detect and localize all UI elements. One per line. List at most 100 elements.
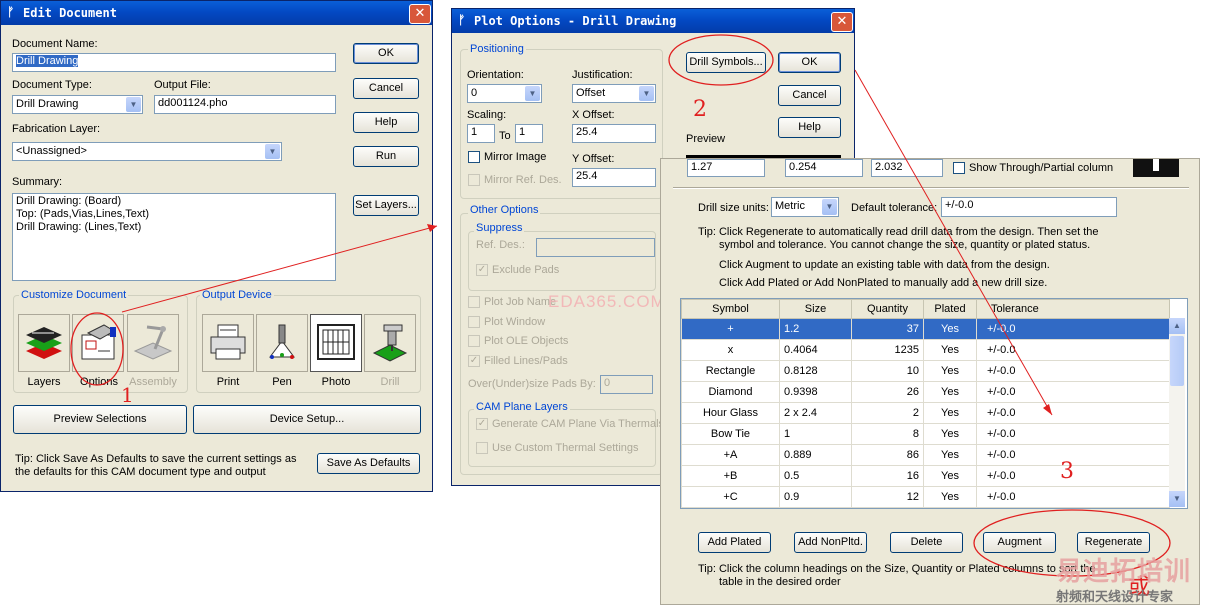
cell-size: 0.8128 [779, 360, 852, 382]
cell-symbol: +A [681, 444, 780, 466]
regenerate-button[interactable]: Regenerate [1077, 532, 1150, 553]
annotation-number-3: 3 [1060, 459, 1074, 484]
chevron-down-icon[interactable]: ▼ [525, 86, 540, 101]
help-button[interactable]: Help [353, 112, 419, 133]
photo-label: Photo [321, 376, 351, 388]
plot-window-checkbox[interactable] [468, 316, 480, 328]
scroll-down-arrow[interactable]: ▼ [1169, 491, 1185, 507]
column-header-tolerance[interactable]: Tolerance [976, 299, 1170, 319]
scaling-from-input[interactable]: 1 [467, 124, 495, 143]
justification-select[interactable]: Offset ▼ [572, 84, 656, 103]
cell-quantity: 1235 [851, 339, 924, 361]
table-row[interactable]: Rectangle 0.8128 10 Yes +/-0.0 [681, 360, 1170, 382]
layers-tile[interactable] [18, 314, 70, 372]
drill-tile[interactable] [364, 314, 416, 372]
chevron-down-icon[interactable]: ▼ [265, 144, 280, 159]
fabrication-layer-select[interactable]: <Unassigned> ▼ [12, 142, 282, 161]
table-scrollbar[interactable]: ▲ ▼ [1169, 318, 1185, 507]
table-row[interactable]: +A 0.889 86 Yes +/-0.0 [681, 444, 1170, 466]
close-button[interactable]: ✕ [409, 4, 431, 24]
pen-label: Pen [272, 376, 292, 388]
column-header-plated[interactable]: Plated [923, 299, 977, 319]
justification-label: Justification: [572, 69, 633, 81]
scroll-thumb[interactable] [1170, 336, 1184, 386]
save-as-defaults-button[interactable]: Save As Defaults [317, 453, 420, 474]
options-tile[interactable] [72, 314, 124, 372]
y-offset-label: Y Offset: [572, 153, 615, 165]
run-button[interactable]: Run [353, 146, 419, 167]
column-header-size[interactable]: Size [779, 299, 852, 319]
title-bar[interactable]: ᚠ Plot Options - Drill Drawing ✕ [452, 9, 854, 33]
table-row[interactable]: Diamond 0.9398 26 Yes +/-0.0 [681, 381, 1170, 403]
table-row[interactable]: Hour Glass 2 x 2.4 2 Yes +/-0.0 [681, 402, 1170, 424]
document-name-input[interactable]: Drill Drawing [12, 53, 336, 72]
ok-button[interactable]: OK [778, 52, 841, 73]
set-layers-button[interactable]: Set Layers... [353, 195, 419, 216]
table-row[interactable]: x 0.4064 1235 Yes +/-0.0 [681, 339, 1170, 361]
column-header-symbol[interactable]: Symbol [681, 299, 780, 319]
delete-button[interactable]: Delete [890, 532, 963, 553]
show-through-checkbox[interactable] [953, 162, 965, 174]
generate-thermals-checkbox[interactable]: ✓ [476, 418, 488, 430]
summary-box[interactable]: Drill Drawing: (Board) Top: (Pads,Vias,L… [12, 193, 336, 281]
preview-selections-button[interactable]: Preview Selections [13, 405, 187, 434]
chevron-down-icon[interactable]: ▼ [126, 97, 141, 112]
custom-thermal-label: Use Custom Thermal Settings [492, 442, 639, 454]
default-tolerance-input[interactable]: +/-0.0 [941, 197, 1117, 217]
other-options-title: Other Options [468, 204, 541, 216]
x-offset-input[interactable]: 25.4 [572, 124, 656, 143]
ref-des-input[interactable] [536, 238, 655, 257]
plot-ole-checkbox[interactable] [468, 335, 480, 347]
document-name-value: Drill Drawing [16, 55, 79, 67]
cell-symbol: +B [681, 465, 780, 487]
preview-label: Preview [686, 133, 726, 145]
device-setup-button[interactable]: Device Setup... [193, 405, 421, 434]
cancel-button[interactable]: Cancel [778, 85, 841, 106]
symbol-field-1[interactable]: 1.27 [687, 159, 765, 177]
cancel-button[interactable]: Cancel [353, 78, 419, 99]
y-offset-input[interactable]: 25.4 [572, 168, 656, 187]
drill-units-select[interactable]: Metric ▼ [771, 197, 839, 217]
filled-lines-checkbox[interactable]: ✓ [468, 355, 480, 367]
table-row[interactable]: +1.2 37 Yes +/-0.0 [681, 318, 1170, 340]
cell-quantity: 12 [851, 486, 924, 508]
assembly-tile[interactable] [127, 314, 179, 372]
table-row[interactable]: +C 0.9 12 Yes +/-0.0 [681, 486, 1170, 508]
scroll-up-arrow[interactable]: ▲ [1169, 318, 1185, 334]
close-button[interactable]: ✕ [831, 12, 853, 32]
photo-tile[interactable] [310, 314, 362, 372]
title-bar[interactable]: ᚠ Edit Document ✕ [1, 1, 432, 25]
suppress-title: Suppress [474, 222, 525, 234]
exclude-pads-checkbox[interactable]: ✓ [476, 264, 488, 276]
plot-job-name-checkbox[interactable] [468, 296, 480, 308]
scaling-to-input[interactable]: 1 [515, 124, 543, 143]
help-button[interactable]: Help [778, 117, 841, 138]
oversize-input[interactable]: 0 [600, 375, 653, 394]
column-header-quantity[interactable]: Quantity [851, 299, 924, 319]
augment-button[interactable]: Augment [983, 532, 1056, 553]
add-nonplated-button[interactable]: Add NonPltd. [794, 532, 867, 553]
print-tile[interactable] [202, 314, 254, 372]
custom-thermal-checkbox[interactable] [476, 442, 488, 454]
ok-button[interactable]: OK [353, 43, 419, 64]
cell-size: 0.889 [779, 444, 852, 466]
symbol-field-3[interactable]: 2.032 [871, 159, 943, 177]
symbol-field-2[interactable]: 0.254 [785, 159, 863, 177]
chevron-down-icon[interactable]: ▼ [822, 199, 837, 215]
add-plated-button[interactable]: Add Plated [698, 532, 771, 553]
chevron-down-icon[interactable]: ▼ [639, 86, 654, 101]
table-row[interactable]: Bow Tie 1 8 Yes +/-0.0 [681, 423, 1170, 445]
cell-symbol: Hour Glass [681, 402, 780, 424]
document-type-select[interactable]: Drill Drawing ▼ [12, 95, 143, 114]
output-file-input[interactable]: dd001124.pho [154, 95, 336, 114]
plot-job-name-label: Plot Job Name [484, 296, 557, 308]
document-type-label: Document Type: [12, 79, 92, 91]
cell-quantity: 37 [851, 318, 924, 340]
cell-symbol: x [681, 339, 780, 361]
mirror-ref-des-checkbox[interactable] [468, 174, 480, 186]
pen-tile[interactable] [256, 314, 308, 372]
mirror-image-checkbox[interactable] [468, 151, 480, 163]
orientation-select[interactable]: 0 ▼ [467, 84, 542, 103]
table-row[interactable]: +B 0.5 16 Yes +/-0.0 [681, 465, 1170, 487]
drill-symbols-button[interactable]: Drill Symbols... [686, 52, 766, 73]
